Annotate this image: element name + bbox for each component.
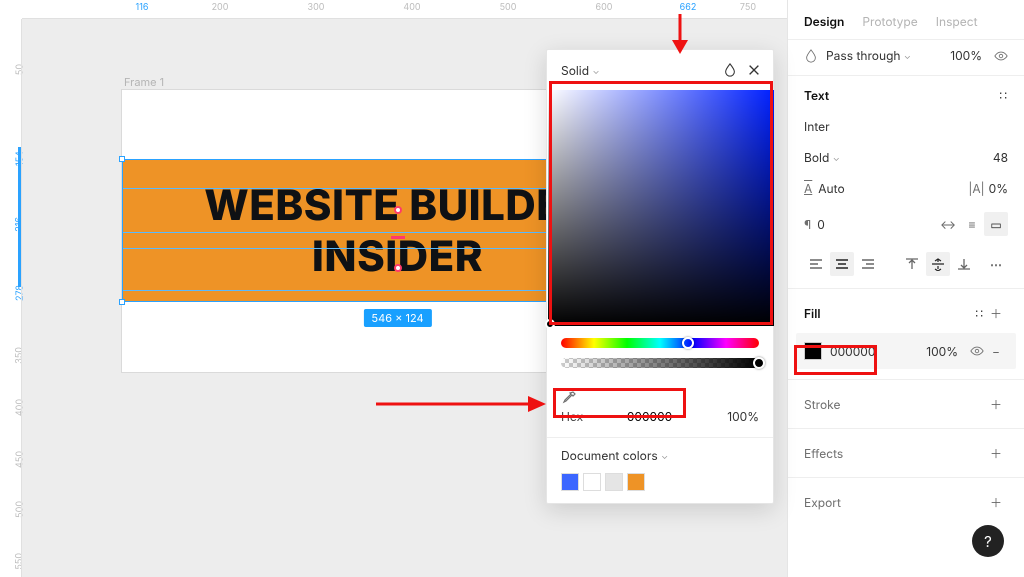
close-icon[interactable] [747,63,761,77]
blend-drop-icon [804,49,818,63]
remove-fill-button[interactable]: − [984,339,1008,363]
font-size-input[interactable]: 48 [993,150,1008,165]
line-height-input[interactable]: Auto [818,181,844,196]
stroke-section-title: Stroke [804,397,840,412]
font-weight-select[interactable]: Bold ⌄ [804,150,840,165]
fill-opacity[interactable]: 100% [926,344,958,359]
paragraph-spacing-input[interactable]: 0 [817,217,825,232]
alpha-slider[interactable] [561,358,759,368]
fill-row[interactable]: 000000 100% − [796,333,1016,369]
align-left-icon[interactable] [804,252,828,276]
annotation-arrow [668,14,692,58]
add-stroke-button[interactable]: ＋ [984,392,1008,416]
ruler-vertical: 50154216278350400450500550 [0,19,22,577]
inspector-panel: Design Prototype Inspect Pass through ⌄ … [787,0,1024,577]
center-mark-icon [391,236,405,239]
fill-swatch[interactable] [804,342,822,360]
fixed-size-icon[interactable]: ▭ [984,212,1008,236]
blend-mode-select[interactable]: Pass through ⌄ [826,48,911,63]
anchor-point-icon [394,264,402,272]
export-section-title: Export [804,495,841,510]
alpha-input[interactable]: 100% [727,409,759,424]
document-colors-select[interactable]: Document colors ⌄ [561,448,668,463]
annotation-arrow [376,393,546,419]
eyedropper-icon[interactable] [561,390,577,406]
auto-width-icon[interactable]: ↔ [936,212,960,236]
auto-height-icon[interactable]: ≡ [960,212,984,236]
letter-spacing-input[interactable]: 0% [989,181,1008,196]
fill-section-title: Fill [804,306,820,321]
hex-input[interactable] [611,408,673,425]
visibility-eye-icon[interactable] [994,49,1008,63]
color-swatch[interactable] [561,473,579,491]
effects-section-title: Effects [804,446,843,461]
color-picker: Solid ⌄ Hex⌄ 100% Document colors ⌄ [546,49,774,504]
align-top-icon[interactable] [900,252,924,276]
add-export-button[interactable]: ＋ [984,490,1008,514]
text-section-title: Text [804,88,829,103]
paragraph-spacing-icon: ¶ [804,217,811,232]
frame-label: Frame 1 [124,75,164,89]
tab-prototype[interactable]: Prototype [862,14,917,29]
add-effect-button[interactable]: ＋ [984,441,1008,465]
selection-size-badge: 546 × 124 [363,309,431,327]
color-swatch[interactable] [627,473,645,491]
layer-opacity-input[interactable]: 100% [950,48,982,63]
color-swatch[interactable] [605,473,623,491]
letter-spacing-icon: |A| [968,181,984,196]
line-height-icon: A [804,181,812,196]
saturation-value-field[interactable] [548,90,774,326]
fill-hex[interactable]: 000000 [830,344,875,359]
align-right-icon[interactable] [856,252,880,276]
hue-slider[interactable] [561,338,759,348]
blend-mode-icon[interactable] [723,63,737,77]
tab-design[interactable]: Design [804,14,844,29]
tab-inspect[interactable]: Inspect [936,14,978,29]
more-type-options-icon[interactable]: ⋯ [984,252,1008,276]
hex-mode-select[interactable]: Hex⌄ [561,409,593,424]
add-fill-button[interactable]: ＋ [984,301,1008,325]
align-middle-icon[interactable] [926,252,950,276]
fill-style-icon[interactable]: ∷ [975,306,984,321]
color-mode-select[interactable]: Solid ⌄ [561,63,599,78]
align-bottom-icon[interactable] [952,252,976,276]
align-center-icon[interactable] [830,252,854,276]
style-icon[interactable]: ∷ [999,88,1008,103]
anchor-point-icon [394,206,402,214]
font-family-select[interactable]: Inter [804,119,830,134]
help-button[interactable]: ? [972,525,1004,557]
color-swatch[interactable] [583,473,601,491]
fill-visibility-icon[interactable] [970,344,984,358]
